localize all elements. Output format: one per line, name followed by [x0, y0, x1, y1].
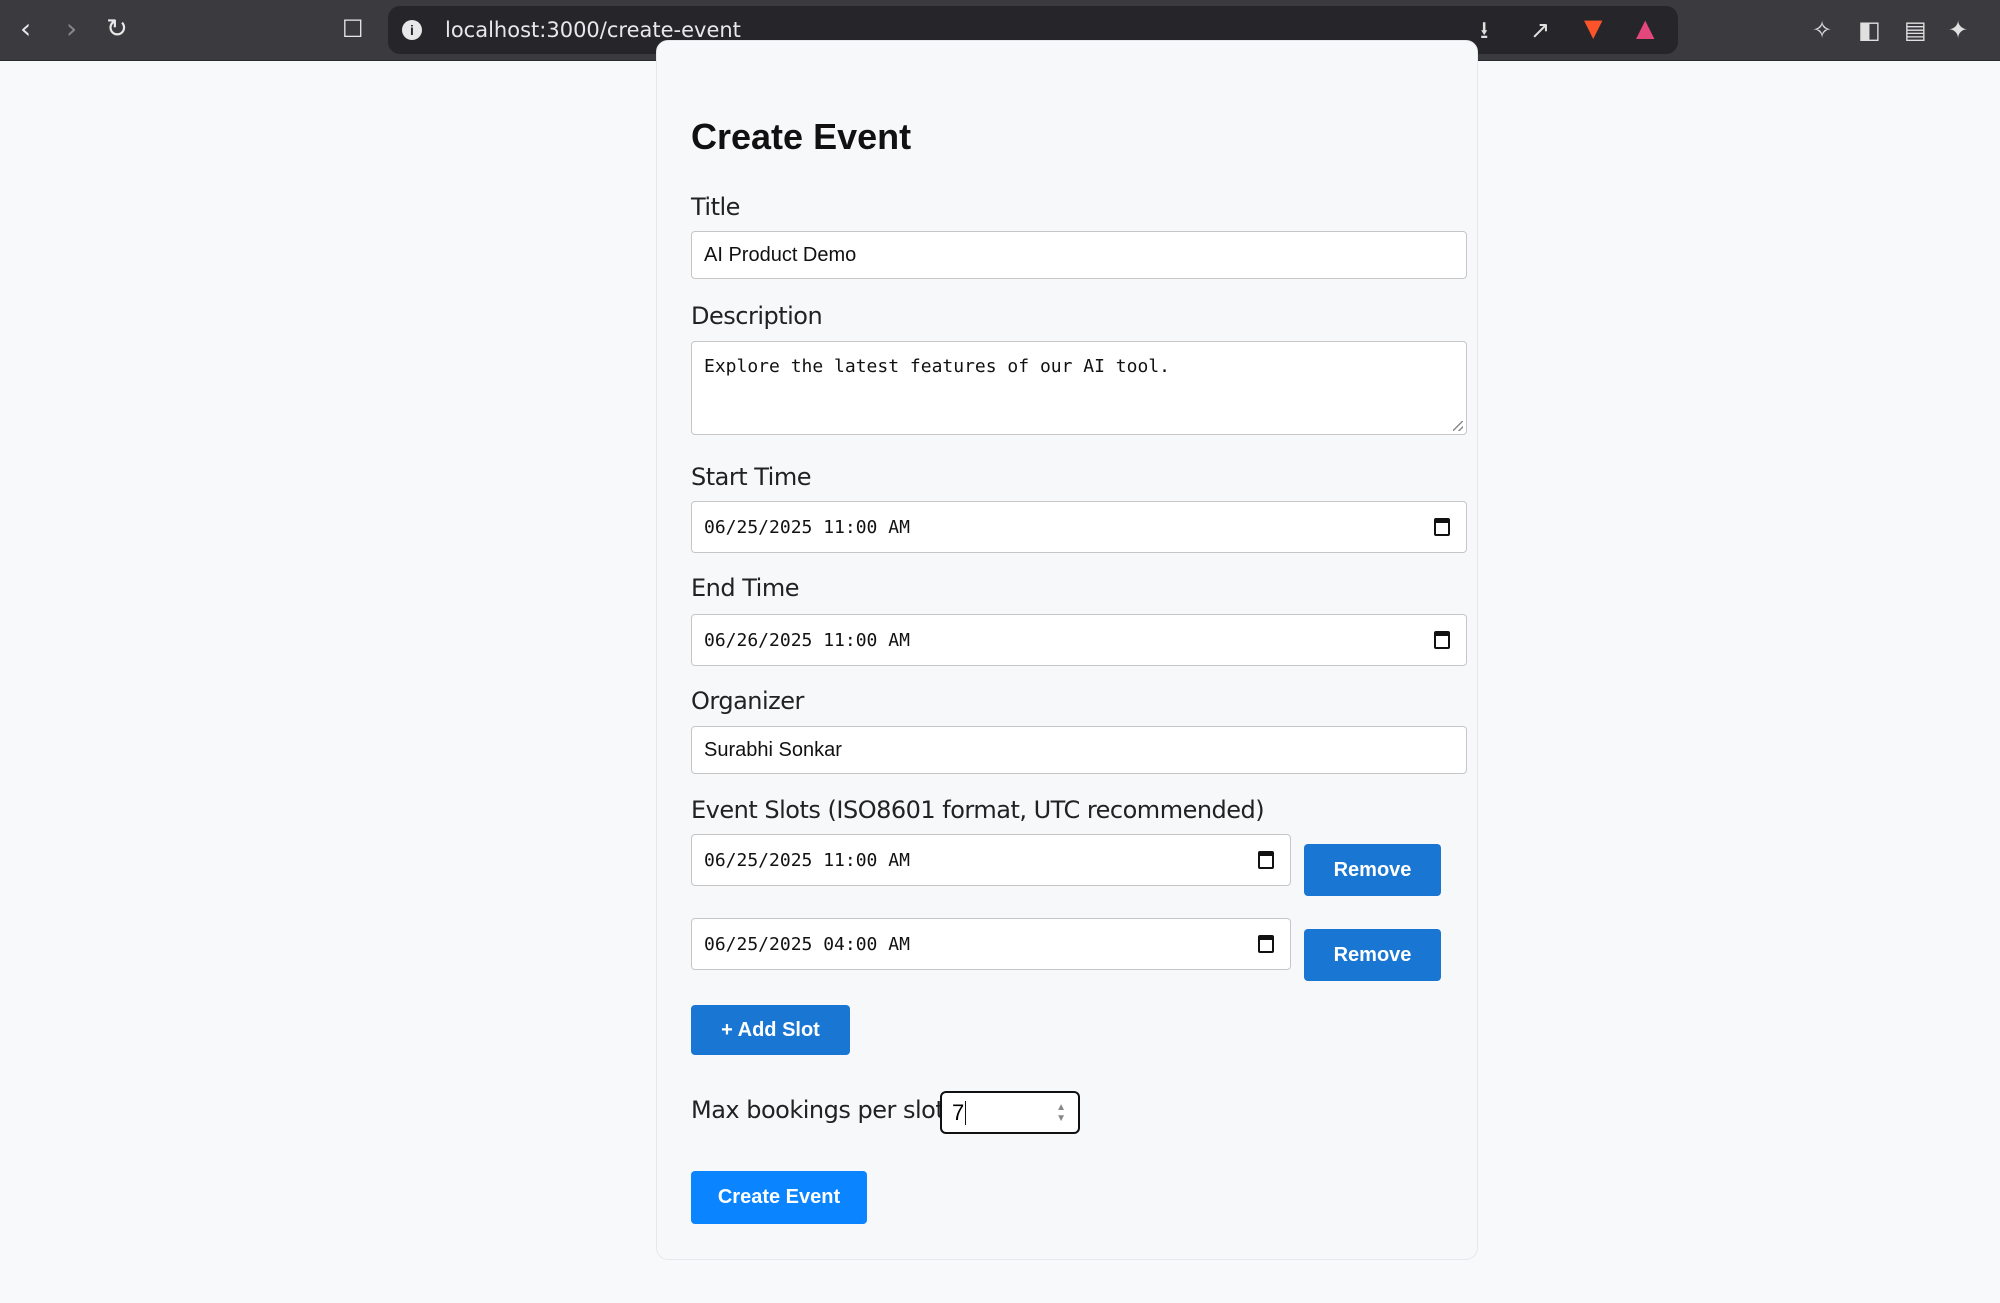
share-icon[interactable]: ↗: [1530, 16, 1550, 44]
brave-rewards-icon[interactable]: ▲: [1636, 14, 1654, 42]
add-slot-button[interactable]: + Add Slot: [691, 1005, 850, 1055]
calendar-icon[interactable]: [1434, 631, 1450, 649]
max-bookings-label: Max bookings per slot: [691, 1096, 945, 1124]
remove-slot-button[interactable]: Remove: [1304, 844, 1441, 896]
resize-handle[interactable]: [1453, 421, 1463, 431]
organizer-input[interactable]: Surabhi Sonkar: [691, 726, 1467, 774]
slot-input[interactable]: 06/25/2025 11:00 AM: [691, 834, 1291, 886]
sidebar-icon[interactable]: ◧: [1858, 16, 1881, 44]
slot-input[interactable]: 06/25/2025 04:00 AM: [691, 918, 1291, 970]
start-time-input[interactable]: 06/25/2025 11:00 AM: [691, 501, 1467, 553]
calendar-icon[interactable]: [1434, 518, 1450, 536]
url-path: :3000/create-event: [539, 18, 741, 42]
wallet-icon[interactable]: ▤: [1904, 16, 1927, 44]
reload-icon[interactable]: ↻: [106, 14, 128, 44]
slot-value: 06/25/2025 11:00 AM: [704, 849, 910, 871]
title-label: Title: [691, 193, 740, 221]
extensions-icon[interactable]: ✧: [1812, 16, 1832, 44]
max-bookings-input[interactable]: 7 ▲ ▼: [940, 1091, 1080, 1134]
organizer-value: Surabhi Sonkar: [704, 738, 842, 761]
start-time-label: Start Time: [691, 463, 812, 491]
calendar-icon[interactable]: [1258, 851, 1274, 869]
end-time-label: End Time: [691, 574, 799, 602]
description-value: Explore the latest features of our AI to…: [704, 356, 1170, 377]
title-value: AI Product Demo: [704, 243, 857, 266]
stepper-icon[interactable]: ▲ ▼: [1056, 1102, 1066, 1124]
description-label: Description: [691, 302, 823, 330]
event-slots-label: Event Slots (ISO8601 format, UTC recomme…: [691, 796, 1265, 824]
description-textarea[interactable]: Explore the latest features of our AI to…: [691, 341, 1467, 435]
bookmark-icon[interactable]: ☐: [342, 14, 364, 44]
brave-shield-icon[interactable]: ▼: [1584, 14, 1602, 42]
url-host: localhost: [445, 18, 540, 42]
leo-ai-icon[interactable]: ✦: [1948, 16, 1968, 44]
page-title: Create Event: [691, 116, 912, 157]
start-time-value: 06/25/2025 11:00 AM: [704, 516, 910, 538]
calendar-icon[interactable]: [1258, 935, 1274, 953]
end-time-value: 06/26/2025 11:00 AM: [704, 629, 910, 651]
title-input[interactable]: AI Product Demo: [691, 231, 1467, 279]
create-event-button[interactable]: Create Event: [691, 1171, 867, 1224]
install-icon[interactable]: ⭳: [1480, 16, 1488, 44]
max-bookings-value: 7: [952, 1099, 965, 1125]
slot-value: 06/25/2025 04:00 AM: [704, 933, 910, 955]
remove-slot-button[interactable]: Remove: [1304, 929, 1441, 981]
forward-icon[interactable]: ›: [66, 14, 77, 44]
back-icon[interactable]: ‹: [20, 14, 31, 44]
end-time-input[interactable]: 06/26/2025 11:00 AM: [691, 614, 1467, 666]
organizer-label: Organizer: [691, 687, 804, 715]
info-icon[interactable]: i: [402, 20, 422, 40]
